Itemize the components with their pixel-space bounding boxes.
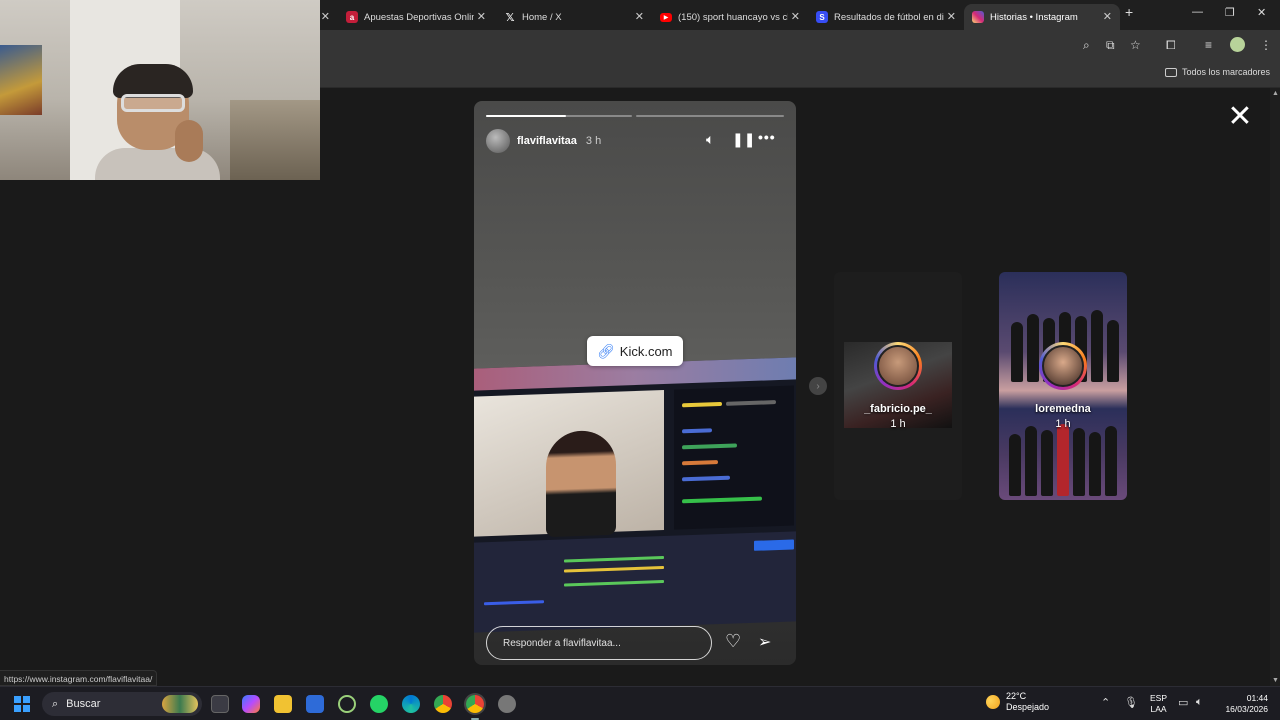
menu-kebab-icon[interactable]: ⋮ (1260, 38, 1272, 52)
search-icon: ⌕ (52, 697, 59, 710)
windows-start-icon[interactable] (14, 696, 30, 712)
file-explorer-icon[interactable] (274, 695, 292, 713)
story-media-content (474, 357, 796, 633)
share-send-icon[interactable]: ➢ (758, 632, 771, 652)
webcam-overlay (0, 0, 320, 180)
story-preview-card[interactable]: _fabricio.pe_ 1 h (834, 272, 962, 500)
story-card[interactable]: flaviflavitaa 3 h 🔈︎ ❚❚ ••• 🔗︎ Kick.com … (474, 101, 796, 665)
story-username[interactable]: flaviflavitaa (517, 135, 577, 147)
media-control-icon[interactable]: ≡ (1205, 38, 1212, 52)
tab-instagram[interactable]: Historias • Instagram ✕ (964, 4, 1120, 30)
profile-avatar-icon[interactable] (1230, 37, 1245, 52)
chrome-profile-icon[interactable] (466, 695, 484, 713)
weather-widget[interactable]: 22°C Despejado (986, 691, 1049, 713)
chrome-icon[interactable] (434, 695, 452, 713)
edge-icon[interactable] (402, 695, 420, 713)
microphone-icon[interactable]: 🎙︎ (1124, 696, 1138, 709)
betting-site-icon: a (346, 11, 358, 23)
tab-close-icon[interactable]: ✕ (635, 10, 644, 23)
story-progress-fill (486, 115, 567, 117)
tab-youtube[interactable]: ▶ (150) sport huancayo vs ch ✕ (652, 4, 808, 30)
tab-close-icon[interactable]: ✕ (477, 10, 486, 23)
zoom-icon[interactable]: ⌕ (1083, 38, 1090, 53)
page-scrollbar[interactable]: ▲ ▼ (1270, 88, 1280, 686)
story-progress-bar (636, 115, 784, 117)
language-indicator[interactable]: ESP LAA (1150, 693, 1167, 715)
microsoft-store-icon[interactable] (306, 695, 324, 713)
close-window-icon[interactable]: ✕ (1257, 6, 1266, 19)
avatar[interactable] (486, 129, 510, 153)
copilot-icon[interactable] (242, 695, 260, 713)
pause-icon[interactable]: ❚❚ (732, 131, 755, 148)
more-options-icon[interactable]: ••• (758, 129, 776, 145)
preview-username: loremedna (1035, 403, 1091, 415)
tab-close-icon[interactable]: ✕ (1103, 10, 1112, 23)
tab-sofascore[interactable]: S Resultados de fútbol en di ✕ (808, 4, 964, 30)
extensions-icon[interactable]: ⧠ (1166, 38, 1176, 53)
x-icon: 𝕏 (505, 11, 515, 24)
cast-icon[interactable]: ⧉ (1106, 38, 1115, 53)
tab-close-icon[interactable]: ✕ (947, 10, 956, 23)
minimize-icon[interactable]: — (1192, 6, 1203, 18)
story-time: 3 h (585, 135, 602, 147)
avatar (874, 342, 922, 390)
tab-x-home[interactable]: 𝕏 Home / X ✕ (496, 4, 652, 30)
system-clock[interactable]: 01:44 16/03/2026 (1216, 693, 1268, 715)
youtube-icon: ▶ (660, 12, 672, 22)
kick-link-sticker[interactable]: 🔗︎ Kick.com (587, 336, 683, 366)
preview-time: 1 h (890, 418, 906, 430)
task-view-icon[interactable] (211, 695, 229, 713)
windows-taskbar: ⌕ Buscar 22°C Despejado ⌃ 🎙︎ ESP LAA ▭ 🔈… (0, 686, 1280, 720)
sofascore-icon: S (816, 11, 828, 23)
link-icon: 🔗︎ (597, 342, 615, 359)
volume-icon[interactable]: 🔈︎ (1196, 696, 1203, 709)
xbox-icon[interactable] (338, 695, 356, 713)
whatsapp-icon[interactable] (370, 695, 388, 713)
tab-apuestas[interactable]: a Apuestas Deportivas Online ✕ (338, 4, 494, 30)
tab-close-icon[interactable]: ✕ (791, 10, 800, 23)
like-heart-icon[interactable]: ♡ (725, 631, 741, 652)
taskbar-search[interactable]: ⌕ Buscar (42, 692, 202, 716)
status-bar-url: https://www.instagram.com/flaviflavitaa/ (0, 670, 158, 686)
restore-icon[interactable]: ❐ (1225, 6, 1235, 19)
preview-time: 1 h (1055, 418, 1071, 430)
story-progress-bar (486, 115, 632, 117)
weather-moon-icon (986, 695, 1000, 709)
search-highlight-image (162, 695, 198, 713)
network-icon[interactable]: ▭ (1178, 696, 1188, 709)
settings-gear-icon[interactable] (498, 695, 516, 713)
next-story-arrow-icon[interactable]: › (809, 377, 827, 395)
story-preview-card[interactable]: loremedna 1 h (999, 272, 1127, 500)
folder-icon (1164, 67, 1177, 77)
all-bookmarks-button[interactable]: Todos los marcadores (1164, 67, 1270, 77)
close-story-icon[interactable]: ✕ (1226, 102, 1254, 132)
new-tab-button[interactable]: + (1125, 4, 1133, 20)
preview-username: _fabricio.pe_ (864, 403, 932, 415)
reply-input[interactable]: Responder a flaviflavitaa... (486, 626, 712, 660)
story-author[interactable]: flaviflavitaa 3 h (486, 129, 601, 153)
bookmark-star-icon[interactable]: ☆ (1130, 38, 1141, 52)
instagram-icon (972, 11, 984, 23)
tab-close-partial[interactable]: ✕ (320, 4, 334, 30)
avatar (1039, 342, 1087, 390)
chevron-up-icon[interactable]: ⌃ (1101, 696, 1110, 709)
mute-icon[interactable]: 🔈︎ (706, 131, 714, 148)
